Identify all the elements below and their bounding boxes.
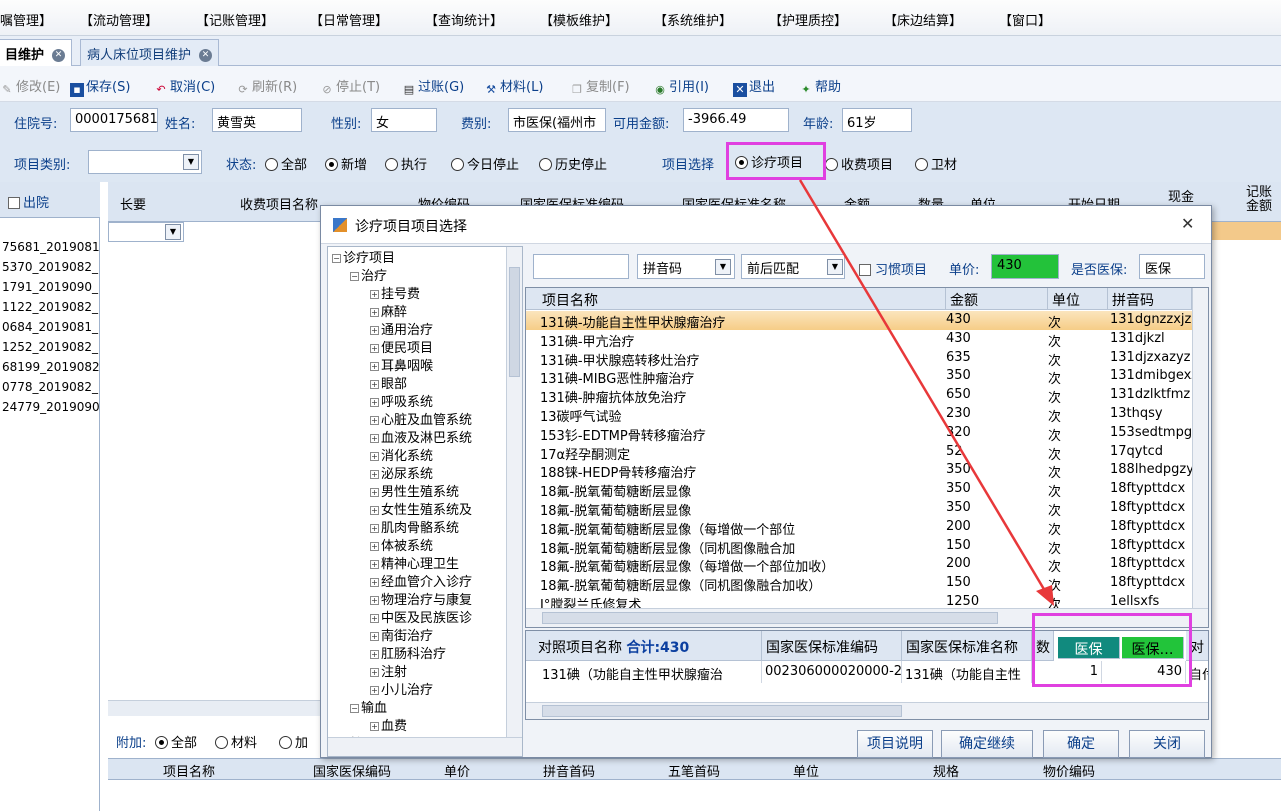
annotation-arrow <box>798 179 1054 606</box>
arrow-head <box>1036 585 1054 606</box>
arrow-line <box>798 179 1050 597</box>
